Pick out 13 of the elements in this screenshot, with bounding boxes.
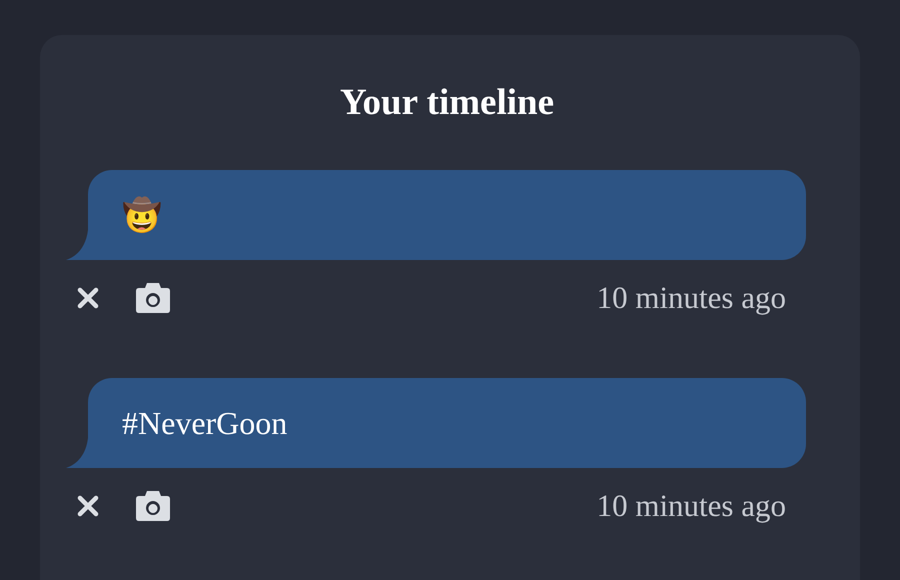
delete-button[interactable] xyxy=(76,494,100,518)
message-text: 🤠 xyxy=(122,196,162,235)
close-icon xyxy=(76,286,100,310)
message-text: #NeverGoon xyxy=(122,404,288,443)
delete-button[interactable] xyxy=(76,286,100,310)
camera-icon xyxy=(136,491,170,521)
photo-button[interactable] xyxy=(136,491,170,521)
timestamp: 10 minutes ago xyxy=(596,280,786,316)
close-icon xyxy=(76,494,100,518)
camera-icon xyxy=(136,283,170,313)
timestamp: 10 minutes ago xyxy=(596,488,786,524)
photo-button[interactable] xyxy=(136,283,170,313)
timeline-title: Your timeline xyxy=(338,81,556,125)
